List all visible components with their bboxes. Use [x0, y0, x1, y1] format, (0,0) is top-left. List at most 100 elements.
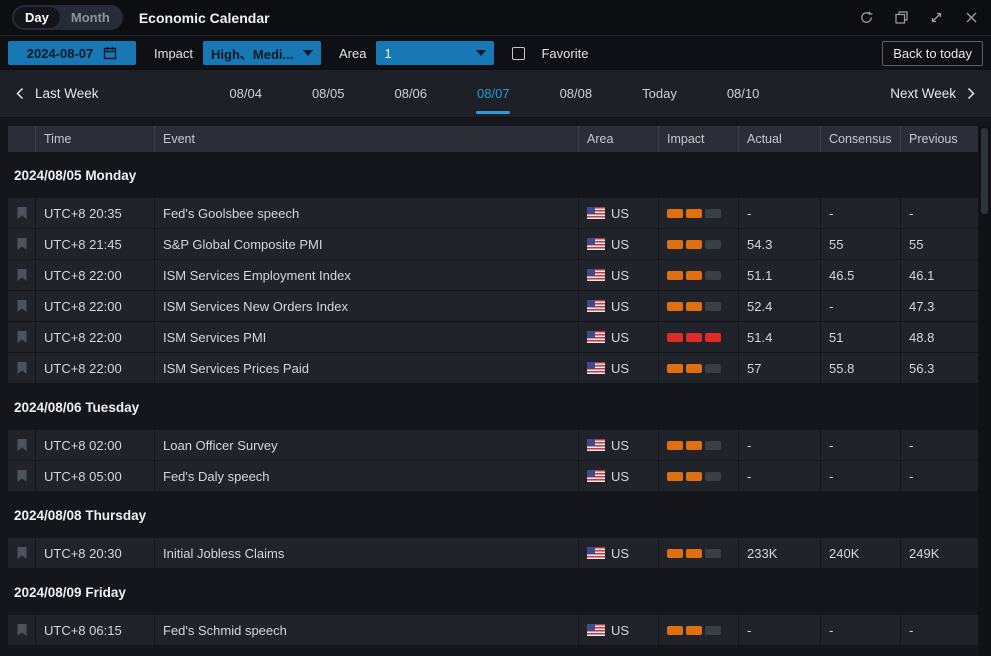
actual-value: -: [738, 615, 820, 645]
impact-filter-label: Impact: [154, 46, 193, 61]
week-navigation: Last Week 08/04 08/05 08/06 08/07 08/08 Today…: [0, 70, 991, 118]
event-area: US: [578, 538, 658, 568]
date-section-header: 2024/08/09 Friday: [8, 569, 978, 615]
impact-cell: [658, 260, 738, 290]
area-code: US: [611, 237, 629, 252]
bookmark-icon[interactable]: [16, 361, 28, 375]
favorite-checkbox[interactable]: [512, 47, 525, 60]
week-day-tab[interactable]: 08/08: [558, 80, 595, 107]
event-row[interactable]: UTC+8 22:00ISM Services New Orders Index…: [8, 291, 978, 321]
event-name: ISM Services New Orders Index: [154, 291, 578, 321]
calendar-table: Time Event Area Impact Actual Consensus …: [0, 118, 991, 645]
vertical-scrollbar[interactable]: [978, 126, 991, 656]
next-week-label: Next Week: [890, 86, 956, 101]
column-header-previous: Previous: [900, 126, 978, 152]
event-row[interactable]: UTC+8 22:00ISM Services Prices PaidUS575…: [8, 353, 978, 383]
week-day-tab[interactable]: Today: [640, 80, 679, 107]
event-row[interactable]: UTC+8 02:00Loan Officer SurveyUS---: [8, 430, 978, 460]
bookmark-icon[interactable]: [16, 299, 28, 313]
event-time: UTC+8 05:00: [35, 461, 154, 491]
event-row[interactable]: UTC+8 06:15Fed's Schmid speechUS---: [8, 615, 978, 645]
impact-cell: [658, 461, 738, 491]
view-mode-switch: Day Month: [12, 5, 123, 30]
area-code: US: [611, 469, 629, 484]
event-name: Fed's Goolsbee speech: [154, 198, 578, 228]
back-to-today-button[interactable]: Back to today: [882, 41, 983, 66]
close-icon[interactable]: [964, 10, 979, 25]
event-row[interactable]: UTC+8 05:00Fed's Daly speechUS---: [8, 461, 978, 491]
impact-indicator-medium: [667, 549, 721, 558]
refresh-icon[interactable]: [859, 10, 874, 25]
actual-value: 57: [738, 353, 820, 383]
previous-value: -: [900, 430, 978, 460]
chevron-right-icon: [964, 87, 977, 100]
week-day-tab[interactable]: 08/07: [475, 80, 512, 107]
week-day-tab[interactable]: 08/06: [392, 80, 429, 107]
area-code: US: [611, 546, 629, 561]
bookmark-icon[interactable]: [16, 206, 28, 220]
event-area: US: [578, 229, 658, 259]
event-name: S&P Global Composite PMI: [154, 229, 578, 259]
impact-indicator-medium: [667, 472, 721, 481]
impact-indicator-medium: [667, 364, 721, 373]
bookmark-icon[interactable]: [16, 330, 28, 344]
impact-cell: [658, 430, 738, 460]
date-section-header: 2024/08/06 Tuesday: [8, 384, 978, 430]
column-header-impact: Impact: [658, 126, 738, 152]
event-area: US: [578, 353, 658, 383]
restore-window-icon[interactable]: [894, 10, 909, 25]
event-row[interactable]: UTC+8 20:30Initial Jobless ClaimsUS233K2…: [8, 538, 978, 568]
us-flag-icon: [587, 300, 605, 312]
impact-filter-dropdown[interactable]: High、Medi...: [203, 41, 321, 65]
bookmark-icon[interactable]: [16, 623, 28, 637]
bookmark-icon[interactable]: [16, 469, 28, 483]
event-name: Initial Jobless Claims: [154, 538, 578, 568]
event-name: Loan Officer Survey: [154, 430, 578, 460]
event-row[interactable]: UTC+8 22:00ISM Services Employment Index…: [8, 260, 978, 290]
week-day-tab[interactable]: 08/04: [227, 80, 264, 107]
week-day-tab[interactable]: 08/10: [725, 80, 762, 107]
tab-month[interactable]: Month: [60, 7, 121, 28]
actual-value: 233K: [738, 538, 820, 568]
area-filter-dropdown[interactable]: 1: [376, 41, 494, 65]
consensus-value: 46.5: [820, 260, 900, 290]
event-time: UTC+8 22:00: [35, 322, 154, 352]
title-bar: Day Month Economic Calendar: [0, 0, 991, 36]
impact-cell: [658, 538, 738, 568]
impact-cell: [658, 229, 738, 259]
impact-indicator-medium: [667, 441, 721, 450]
date-picker-input[interactable]: 2024-08-07: [8, 41, 136, 65]
bookmark-icon[interactable]: [16, 546, 28, 560]
column-header-time: Time: [35, 126, 154, 152]
chevron-down-icon: [303, 50, 313, 56]
bookmark-cell: [8, 461, 35, 491]
bookmark-icon[interactable]: [16, 268, 28, 282]
column-header-event: Event: [154, 126, 578, 152]
last-week-label: Last Week: [35, 86, 99, 101]
scrollbar-thumb[interactable]: [981, 128, 988, 214]
us-flag-icon: [587, 624, 605, 636]
previous-value: 249K: [900, 538, 978, 568]
week-day-tab[interactable]: 08/05: [310, 80, 347, 107]
bookmark-icon[interactable]: [16, 438, 28, 452]
event-row[interactable]: UTC+8 20:35Fed's Goolsbee speechUS---: [8, 198, 978, 228]
bookmark-cell: [8, 615, 35, 645]
impact-indicator-medium: [667, 240, 721, 249]
impact-indicator-medium: [667, 209, 721, 218]
impact-cell: [658, 291, 738, 321]
event-row[interactable]: UTC+8 22:00ISM Services PMIUS51.45148.8: [8, 322, 978, 352]
actual-value: 51.4: [738, 322, 820, 352]
bookmark-cell: [8, 538, 35, 568]
last-week-button[interactable]: Last Week: [14, 86, 99, 101]
calendar-icon: [103, 46, 117, 60]
tab-day[interactable]: Day: [14, 7, 60, 28]
event-name: ISM Services Prices Paid: [154, 353, 578, 383]
bookmark-icon[interactable]: [16, 237, 28, 251]
next-week-button[interactable]: Next Week: [890, 86, 977, 101]
expand-icon[interactable]: [929, 10, 944, 25]
event-row[interactable]: UTC+8 21:45S&P Global Composite PMIUS54.…: [8, 229, 978, 259]
area-code: US: [611, 330, 629, 345]
event-area: US: [578, 322, 658, 352]
table-header-row: Time Event Area Impact Actual Consensus …: [8, 126, 978, 152]
event-time: UTC+8 21:45: [35, 229, 154, 259]
